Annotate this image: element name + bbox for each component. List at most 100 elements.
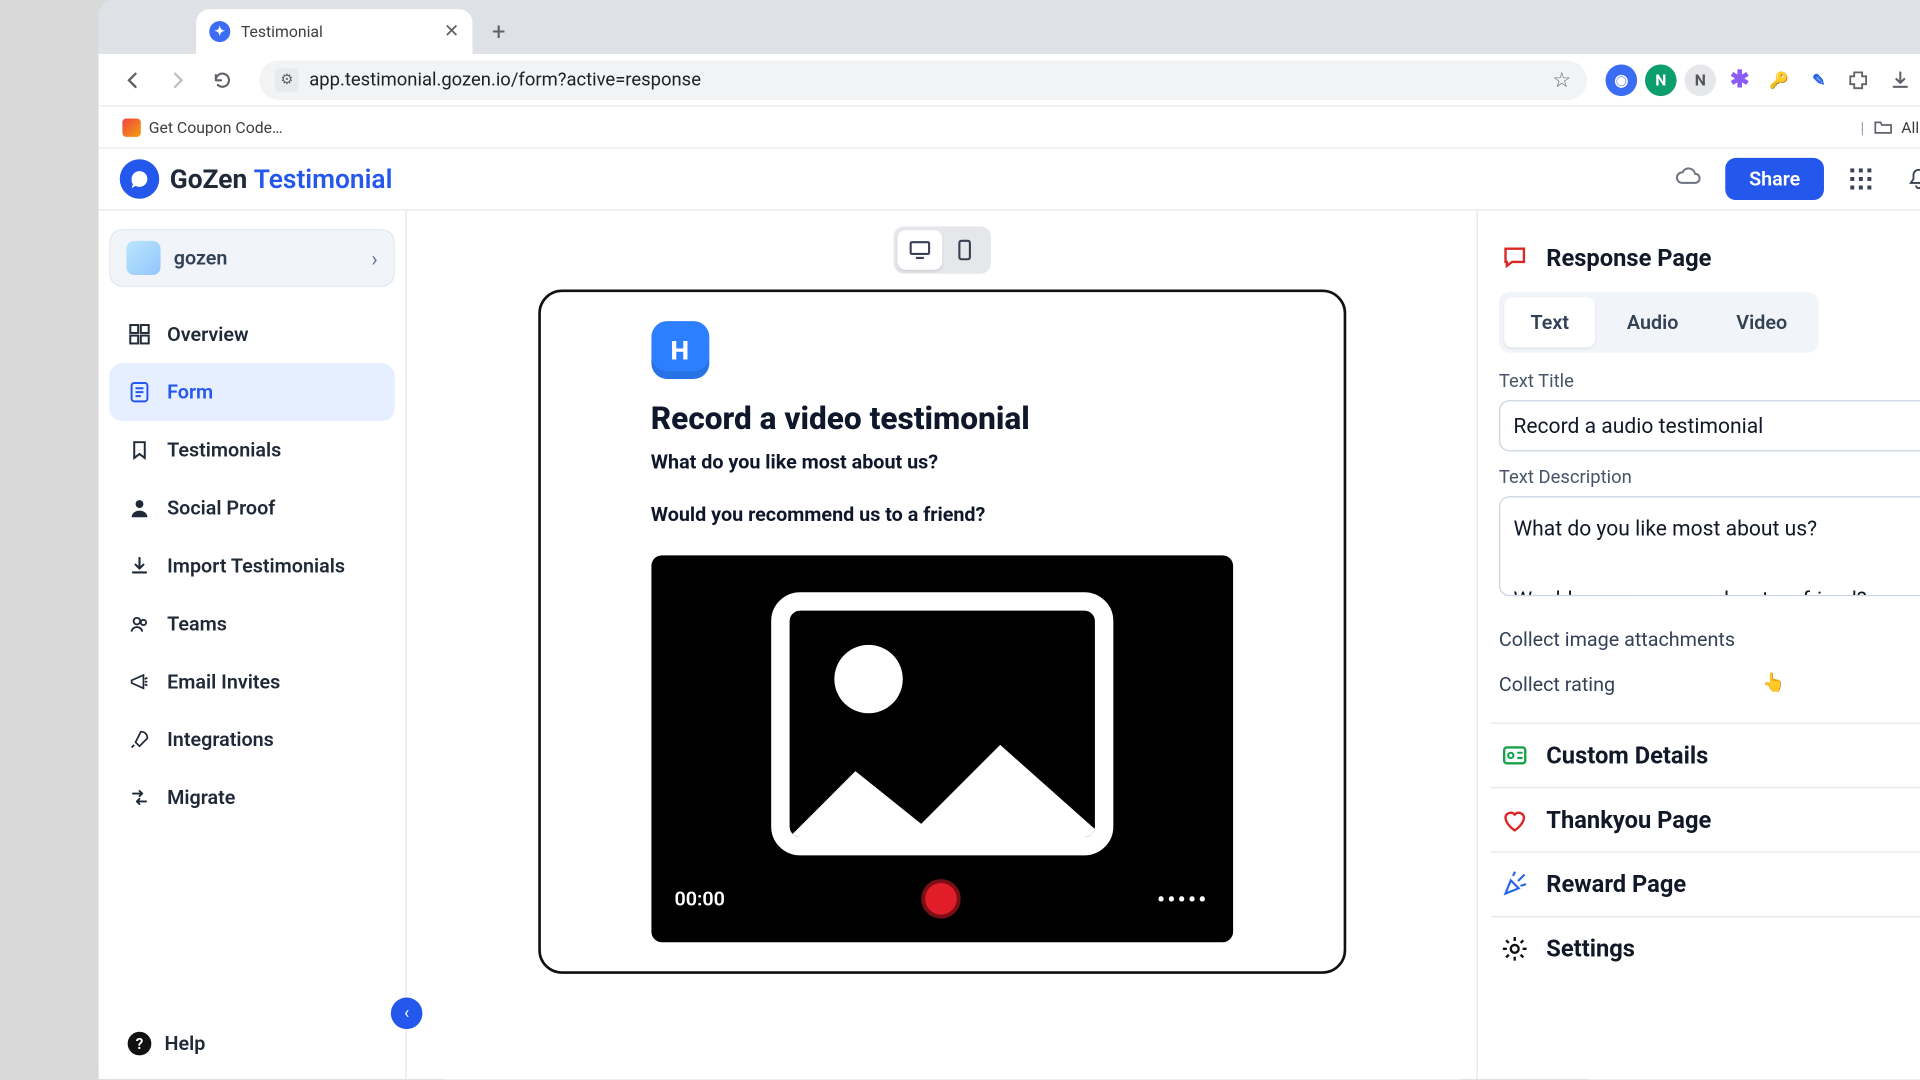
apps-grid-icon[interactable] <box>1840 158 1882 200</box>
tab-bar: ✦ Testimonial ✕ + <box>99 0 1920 54</box>
extensions-menu-icon[interactable] <box>1842 64 1874 96</box>
sidebar-item-label: Form <box>167 380 213 404</box>
bell-icon[interactable] <box>1898 158 1920 200</box>
download-icon <box>128 555 152 576</box>
sidebar-item-overview[interactable]: Overview <box>109 305 395 363</box>
cloud-sync-icon[interactable] <box>1667 158 1709 200</box>
input-text-title[interactable] <box>1499 400 1920 451</box>
response-subtabs: Text Audio Video <box>1499 292 1819 353</box>
extension-icon-5[interactable]: 🔑 <box>1763 64 1795 96</box>
panel-header-settings[interactable]: Settings <box>1499 934 1920 966</box>
brand[interactable]: GoZen Testimonial <box>120 159 393 198</box>
label-text-title: Text Title <box>1499 371 1920 392</box>
panel-header-response[interactable]: Response Page <box>1499 242 1920 274</box>
extension-icon-2[interactable]: N <box>1645 64 1677 96</box>
video-more-icon[interactable]: ••••• <box>1157 886 1209 911</box>
video-recorder: 00:00 ••••• <box>651 555 1233 942</box>
tab-title: Testimonial <box>241 22 323 40</box>
sidebar-item-label: Overview <box>167 322 248 346</box>
sidebar-item-label: Email Invites <box>167 670 280 694</box>
properties-panel: Response Page Text Audio Video Text Titl… <box>1477 211 1920 1080</box>
all-bookmarks-button[interactable]: | All Bookmarks <box>1861 116 1920 137</box>
extension-icon-3[interactable]: N <box>1684 64 1716 96</box>
rocket-icon <box>128 729 152 750</box>
form-logo: H <box>651 321 709 379</box>
sidebar-item-label: Teams <box>167 612 227 636</box>
preview-heading: Record a video testimonial <box>651 400 1233 437</box>
help-link[interactable]: ? Help <box>109 1019 395 1069</box>
subtab-video[interactable]: Video <box>1710 297 1814 347</box>
workspace-icon <box>126 241 160 275</box>
back-icon[interactable] <box>114 61 151 98</box>
user-icon <box>128 497 152 518</box>
sidebar-item-import[interactable]: Import Testimonials <box>109 537 395 595</box>
sidebar-item-integrations[interactable]: Integrations <box>109 711 395 769</box>
sidebar-item-teams[interactable]: Teams <box>109 595 395 653</box>
address-bar[interactable]: ⚙ app.testimonial.gozen.io/form?active=r… <box>259 60 1587 99</box>
toggle-row-rating: Collect rating 👆 <box>1499 662 1920 707</box>
bookmark-bar: Get Coupon Code… | All Bookmarks <box>99 107 1920 149</box>
collapse-sidebar-button[interactable]: ‹ <box>391 998 423 1030</box>
panel-header-reward[interactable]: Reward Page <box>1499 869 1920 901</box>
image-placeholder-icon <box>771 592 1113 855</box>
extension-icon-1[interactable]: ◉ <box>1606 64 1638 96</box>
label-text-description: Text Description <box>1499 467 1920 488</box>
help-icon: ? <box>128 1032 152 1056</box>
toggle-row-image-attachments: Collect image attachments <box>1499 618 1920 663</box>
record-button[interactable] <box>921 879 960 918</box>
bookmark-item[interactable]: Get Coupon Code… <box>114 115 290 139</box>
sidebar-item-migrate[interactable]: Migrate <box>109 769 395 827</box>
panel-header-custom[interactable]: Custom Details <box>1499 740 1920 772</box>
panel-section-settings: Settings <box>1491 918 1920 981</box>
sidebar-nav: Overview Form Testimonials Social Proof <box>109 305 395 826</box>
subtab-audio[interactable]: Audio <box>1601 297 1705 347</box>
migrate-icon <box>128 787 152 808</box>
sidebar-item-social-proof[interactable]: Social Proof <box>109 479 395 537</box>
workspace-selector[interactable]: gozen › <box>109 229 395 287</box>
browser-tab[interactable]: ✦ Testimonial ✕ <box>196 9 472 54</box>
browser-window: ✦ Testimonial ✕ + ⚙ app.testimonial.goze… <box>99 0 1920 1079</box>
tab-close-icon[interactable]: ✕ <box>444 21 459 42</box>
downloads-icon[interactable] <box>1882 61 1919 98</box>
panel-body-response: Text Audio Video Text Title Text Descrip… <box>1499 274 1920 707</box>
bookmark-label: Get Coupon Code… <box>149 118 283 136</box>
subtab-text[interactable]: Text <box>1504 297 1595 347</box>
forward-icon[interactable] <box>159 61 196 98</box>
panel-header-thankyou[interactable]: Thankyou Page <box>1499 805 1920 837</box>
reload-icon[interactable] <box>204 61 241 98</box>
sidebar-item-label: Social Proof <box>167 496 275 520</box>
cursor-icon: 👆 <box>1762 673 1785 694</box>
url-text: app.testimonial.gozen.io/form?active=res… <box>309 69 1542 90</box>
sidebar-item-label: Testimonials <box>167 438 281 462</box>
bookmark-star-icon[interactable]: ☆ <box>1552 67 1571 92</box>
preview-content: H Record a video testimonial What do you… <box>619 292 1264 971</box>
mobile-view-button[interactable] <box>942 230 987 269</box>
brand-text: GoZen Testimonial <box>170 163 393 195</box>
sidebar-item-form[interactable]: Form <box>109 363 395 421</box>
panel-section-reward: Reward Page <box>1491 853 1920 917</box>
id-card-icon <box>1499 740 1531 772</box>
gear-icon <box>1499 934 1531 966</box>
folder-icon <box>1872 116 1893 137</box>
address-bar-row: ⚙ app.testimonial.gozen.io/form?active=r… <box>99 54 1920 107</box>
desktop-view-button[interactable] <box>897 230 942 269</box>
video-timer: 00:00 <box>674 887 725 911</box>
share-button[interactable]: Share <box>1725 158 1824 200</box>
new-tab-button[interactable]: + <box>480 13 517 50</box>
preview-question-2: Would you recommend us to a friend? <box>651 503 1233 527</box>
panel-section-thankyou: Thankyou Page <box>1491 789 1920 853</box>
workspace-name: gozen <box>174 246 228 270</box>
preview-question-1: What do you like most about us? <box>651 450 1233 474</box>
sidebar-item-testimonials[interactable]: Testimonials <box>109 421 395 479</box>
input-text-description[interactable]: What do you like most about us? Would yo… <box>1499 496 1920 597</box>
sidebar-item-email-invites[interactable]: Email Invites <box>109 653 395 711</box>
heart-icon <box>1499 805 1531 837</box>
sidebar-item-label: Import Testimonials <box>167 554 345 578</box>
extension-icon-4[interactable]: ✱ <box>1724 64 1756 96</box>
megaphone-icon <box>128 671 152 692</box>
extension-icon-6[interactable]: ✎ <box>1803 64 1835 96</box>
toggle-label: Collect rating <box>1499 673 1615 697</box>
site-info-icon[interactable]: ⚙ <box>275 68 299 92</box>
app-body: gozen › Overview Form Testimonials <box>99 211 1920 1080</box>
help-label: Help <box>165 1032 206 1056</box>
